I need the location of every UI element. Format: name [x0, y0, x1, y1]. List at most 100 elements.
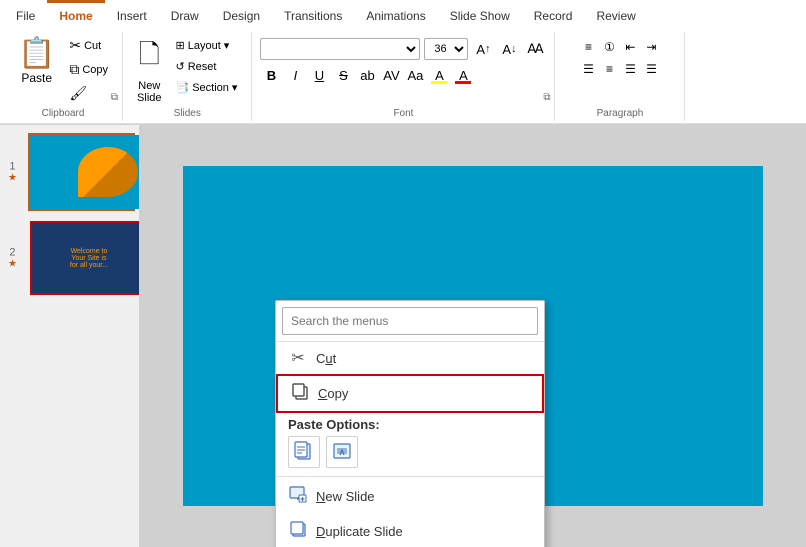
char-spacing-button[interactable]: AV [380, 64, 402, 86]
slides-label: Slides [174, 106, 201, 119]
italic-button[interactable]: I [284, 64, 306, 86]
section-icon: 📑 [176, 81, 190, 94]
new-slide-label: New Slide [316, 489, 375, 504]
clipboard-small-buttons: ✂ Cut ⧉ Copy 🖌 [63, 34, 114, 105]
align-right-button[interactable]: ☰ [620, 60, 640, 78]
font-name-select[interactable] [260, 38, 420, 60]
underline-button[interactable]: U [308, 64, 330, 86]
paste-option-1[interactable] [288, 436, 320, 468]
font-row1: 36 A↑ A↓ Ꜳ [260, 38, 546, 60]
slide-number-1: 1 ★ [8, 161, 17, 184]
context-paste-section: Paste Options: [276, 413, 544, 474]
font-label: Font [393, 106, 413, 119]
slide1-chart-icon [78, 147, 138, 197]
reset-icon: ↺ [176, 60, 185, 73]
cut-button[interactable]: ✂ Cut [63, 34, 114, 57]
copy-icon: ⧉ [69, 61, 79, 78]
strikethrough-button[interactable]: S [332, 64, 354, 86]
increase-font-button[interactable]: A↑ [472, 38, 494, 60]
font-color-button[interactable]: A [452, 64, 474, 86]
tab-review[interactable]: Review [584, 0, 647, 28]
copy-label: Copy [82, 64, 108, 76]
tab-design[interactable]: Design [211, 0, 272, 28]
context-menu-copy[interactable]: Copy [276, 374, 544, 413]
paste-button[interactable]: 📋 Paste [12, 34, 61, 87]
copy-ctx-icon [290, 382, 310, 405]
slide-number-2: 2 ★ [8, 247, 17, 270]
highlight-color-button[interactable]: A [428, 64, 450, 86]
tab-home[interactable]: Home [47, 0, 104, 28]
align-center-button[interactable]: ≡ [599, 60, 619, 78]
tab-animations[interactable]: Animations [354, 0, 437, 28]
align-left-button[interactable]: ☰ [578, 60, 598, 78]
font-group: 36 A↑ A↓ Ꜳ B I U S ab AV Aa A A [252, 32, 555, 121]
paste-options-icons [288, 436, 532, 468]
increase-indent-button[interactable]: ⇥ [641, 38, 661, 56]
slides-group: 🗋 NewSlide ⊞ Layout ▾ ↺ Reset 📑 [123, 32, 252, 121]
cut-icon: ✂ [288, 348, 308, 368]
bold-button[interactable]: B [260, 64, 282, 86]
tab-record[interactable]: Record [522, 0, 585, 28]
layout-label: Layout [188, 40, 221, 52]
new-slide-button[interactable]: 🗋 NewSlide [131, 34, 167, 106]
tab-file[interactable]: File [4, 0, 47, 28]
copy-label: Copy [318, 386, 348, 401]
font-controls: 36 A↑ A↓ Ꜳ B I U S ab AV Aa A A [260, 34, 546, 86]
copy-button[interactable]: ⧉ Copy [63, 58, 114, 81]
shadow-button[interactable]: ab [356, 64, 378, 86]
slide-small-buttons: ⊞ Layout ▾ ↺ Reset 📑 Section ▾ [170, 34, 244, 97]
ribbon-body: 📋 Paste ✂ Cut ⧉ Copy 🖌 [0, 28, 806, 124]
decrease-font-button[interactable]: A↓ [498, 38, 520, 60]
new-slide-icon: 🗋 [139, 36, 160, 80]
paste-option-2[interactable] [326, 436, 358, 468]
slide-thumbnail-1[interactable]: 1 ★ [28, 133, 135, 211]
slide2-text: Welcome toYour Site isfor all your... [66, 244, 112, 273]
paste-icon: 📋 [18, 36, 55, 71]
font-size-select[interactable]: 36 [424, 38, 468, 60]
section-button[interactable]: 📑 Section ▾ [170, 78, 244, 97]
tab-draw[interactable]: Draw [159, 0, 211, 28]
font-dialog-launcher[interactable]: ⧉ [543, 92, 550, 103]
reset-label: Reset [188, 61, 217, 73]
slide-thumbnail-2[interactable]: 2 ★ Welcome toYour Site isfor all your..… [28, 219, 135, 297]
context-search-input[interactable] [282, 307, 538, 335]
ribbon-tabs: File Home Insert Draw Design Transitions… [0, 0, 806, 28]
tab-insert[interactable]: Insert [105, 0, 159, 28]
case-button[interactable]: Aa [404, 64, 426, 86]
canvas-area: ✂ Cut Copy Paste Options: [140, 125, 806, 547]
font-row2: B I U S ab AV Aa A A [260, 64, 546, 86]
section-chevron: ▾ [232, 81, 238, 94]
context-menu-duplicate[interactable]: Duplicate Slide [276, 514, 544, 547]
section-label: Section [192, 82, 229, 94]
paste-label: Paste [21, 71, 52, 85]
reset-button[interactable]: ↺ Reset [170, 57, 244, 76]
clipboard-label: Clipboard [42, 106, 85, 119]
tab-slideshow[interactable]: Slide Show [438, 0, 522, 28]
layout-button[interactable]: ⊞ Layout ▾ [170, 36, 244, 55]
justify-button[interactable]: ☰ [641, 60, 661, 78]
slide1-thumbnail-image [30, 135, 140, 209]
slides-content: 🗋 NewSlide ⊞ Layout ▾ ↺ Reset 📑 [131, 34, 243, 106]
para-row2: ☰ ≡ ☰ ☰ [578, 60, 661, 78]
bullets-button[interactable]: ≡ [578, 38, 598, 56]
context-separator-1 [276, 476, 544, 477]
slide2-star: ★ [8, 259, 17, 270]
tab-transitions[interactable]: Transitions [272, 0, 354, 28]
clear-format-button[interactable]: Ꜳ [524, 38, 546, 60]
context-menu-new-slide[interactable]: New Slide [276, 479, 544, 514]
decrease-indent-button[interactable]: ⇤ [620, 38, 640, 56]
main-area: 1 ★ 2 ★ Welcome toYour Site isfor all yo… [0, 125, 806, 547]
paragraph-controls: ≡ ① ⇤ ⇥ ☰ ≡ ☰ ☰ [578, 34, 661, 78]
slide-panel: 1 ★ 2 ★ Welcome toYour Site isfor all yo… [0, 125, 140, 547]
slide2-thumbnail-image: Welcome toYour Site isfor all your... [30, 221, 140, 295]
new-slide-label: NewSlide [137, 80, 161, 104]
duplicate-ctx-icon [288, 520, 308, 543]
context-menu-search [276, 301, 544, 342]
clipboard-content: 📋 Paste ✂ Cut ⧉ Copy 🖌 [12, 34, 114, 106]
clipboard-dialog-launcher[interactable]: ⧉ [111, 92, 118, 103]
format-painter-button[interactable]: 🖌 [63, 82, 114, 105]
slide1-star: ★ [8, 173, 17, 184]
context-menu-cut[interactable]: ✂ Cut [276, 342, 544, 374]
new-slide-ctx-icon [288, 485, 308, 508]
numbering-button[interactable]: ① [599, 38, 619, 56]
